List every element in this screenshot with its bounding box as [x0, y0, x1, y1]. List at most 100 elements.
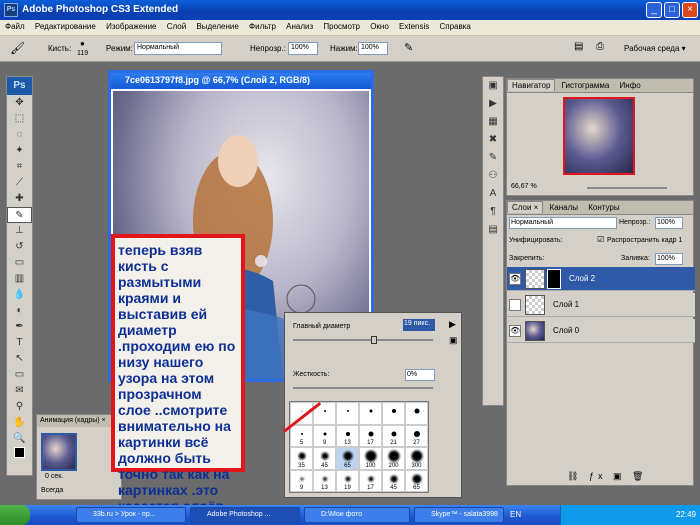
start-button[interactable]	[0, 505, 30, 525]
brush-preset[interactable]: 45	[313, 447, 336, 470]
diameter-slider-thumb[interactable]	[371, 336, 377, 344]
tools-dock-icon[interactable]: ✖	[483, 131, 503, 149]
layer-row[interactable]: 👁 Слой 0	[507, 319, 695, 343]
menu-extensis[interactable]: Extensis	[394, 20, 432, 31]
brush-preset[interactable]	[405, 402, 428, 425]
tab-histogram[interactable]: Гистограмма	[558, 80, 614, 91]
language-indicator[interactable]: EN	[510, 510, 521, 519]
blur-tool-icon[interactable]: 💧	[7, 287, 32, 303]
brush-tool-icon[interactable]: 🖌	[10, 41, 25, 55]
pen-tool-icon[interactable]: ✒	[7, 319, 32, 335]
new-layer-icon[interactable]: ▣	[613, 471, 626, 481]
eraser-tool-icon[interactable]: ▭	[7, 255, 32, 271]
navigator-zoom-slider[interactable]	[587, 187, 667, 189]
layer-comps-dock-icon[interactable]: ▤	[483, 221, 503, 239]
notes-tool-icon[interactable]: ✉	[7, 383, 32, 399]
delete-layer-icon[interactable]: 🗑	[632, 471, 647, 481]
palette-icon[interactable]: ▤	[574, 41, 583, 52]
taskbar-item[interactable]: D:\Мои фото	[304, 507, 410, 523]
healing-tool-icon[interactable]: ✚	[7, 191, 32, 207]
tab-layers[interactable]: Слои ×	[507, 201, 544, 213]
brush-preset[interactable]: 35	[290, 447, 313, 470]
actions-dock-icon[interactable]: ▦	[483, 113, 503, 131]
brush-preset[interactable]	[359, 402, 382, 425]
brush-dot-icon[interactable]: ●	[80, 39, 85, 48]
tab-info[interactable]: Инфо	[616, 80, 645, 91]
hand-tool-icon[interactable]: ✋	[7, 415, 32, 431]
layer-blend-select[interactable]: Нормальный	[509, 217, 617, 229]
tab-channels[interactable]: Каналы	[546, 202, 582, 213]
taskbar-item[interactable]: Skype™ - salata3998	[414, 507, 504, 523]
brush-preset[interactable]: 17	[359, 424, 382, 447]
airbrush-icon[interactable]: ✎	[404, 41, 413, 54]
brush-preset[interactable]: 65	[405, 469, 428, 492]
stamp-tool-icon[interactable]: ⊥	[7, 223, 32, 239]
brush-preset[interactable]: 9	[290, 469, 313, 492]
brush-preset[interactable]: 300	[405, 447, 428, 470]
menu-window[interactable]: Окно	[365, 20, 392, 31]
frame-time[interactable]: 0 сек.	[45, 473, 63, 480]
hardness-field[interactable]: 0%	[405, 369, 435, 381]
brush-preset[interactable]: 200	[382, 447, 405, 470]
character-dock-icon[interactable]: A	[483, 185, 503, 203]
magic-wand-tool-icon[interactable]: ✦	[7, 143, 32, 159]
navigator-dock-icon[interactable]: ▣	[483, 77, 503, 95]
clone-dock-icon[interactable]: ⚇	[483, 167, 503, 185]
minimize-button[interactable]: _	[646, 2, 662, 18]
brush-preset[interactable]: 27	[405, 424, 428, 447]
brush-preset[interactable]: 5	[290, 424, 313, 447]
menu-filter[interactable]: Фильтр	[244, 20, 279, 31]
loop-select[interactable]: Всегда	[41, 487, 63, 494]
opacity-field[interactable]: 100%	[288, 42, 318, 55]
menu-layer[interactable]: Слой	[162, 20, 189, 31]
eye-icon[interactable]: 👁	[509, 273, 521, 285]
close-button[interactable]: ×	[682, 2, 698, 18]
propagate-checkbox[interactable]: ☑	[597, 235, 604, 244]
document-title-bar[interactable]: 7ce0613797f8.jpg @ 66,7% (Слой 2, RGB/8)	[111, 73, 371, 89]
move-tool-icon[interactable]: ✥	[7, 95, 32, 111]
color-swatch-icon[interactable]	[7, 447, 32, 469]
gradient-tool-icon[interactable]: ▥	[7, 271, 32, 287]
maximize-button[interactable]: □	[664, 2, 680, 18]
menu-image[interactable]: Изображение	[101, 20, 159, 31]
layer-row[interactable]: Слой 1	[507, 293, 695, 317]
new-preset-icon[interactable]: ▣	[449, 335, 458, 346]
brush-preset[interactable]: 21	[382, 424, 405, 447]
link-layers-icon[interactable]: ⛓	[567, 471, 582, 481]
menu-select[interactable]: Выделение	[191, 20, 241, 31]
brush-preset[interactable]: 13	[313, 469, 336, 492]
history-brush-icon[interactable]: ↺	[7, 239, 32, 255]
layer-style-icon[interactable]: ƒx	[589, 471, 607, 481]
brush-preset[interactable]: 9	[313, 424, 336, 447]
taskbar-item[interactable]: 33b.ru > Урок - пр...	[76, 507, 186, 523]
animation-frame[interactable]	[41, 433, 77, 471]
dodge-tool-icon[interactable]: ◐	[7, 303, 32, 319]
lasso-tool-icon[interactable]: ◌	[7, 127, 32, 143]
brush-preset[interactable]: 19	[336, 469, 359, 492]
eye-icon[interactable]: 👁	[509, 325, 521, 337]
shape-tool-icon[interactable]: ▭	[7, 367, 32, 383]
mode-select[interactable]: Нормальный	[134, 42, 222, 55]
marquee-tool-icon[interactable]: ⬚	[7, 111, 32, 127]
brush-tool-active-icon[interactable]: ✎	[7, 207, 32, 223]
path-select-icon[interactable]: ↖	[7, 351, 32, 367]
picker-menu-icon[interactable]: ▶	[449, 319, 456, 330]
layer-opacity-field[interactable]: 100%	[655, 217, 683, 229]
crop-tool-icon[interactable]: ⌗	[7, 159, 32, 175]
slice-tool-icon[interactable]: ⟋	[7, 175, 32, 191]
menu-analysis[interactable]: Анализ	[281, 20, 316, 31]
menu-help[interactable]: Справка	[434, 20, 473, 31]
tab-paths[interactable]: Контуры	[584, 202, 623, 213]
navigator-zoom[interactable]: 66,67 %	[511, 183, 537, 190]
brush-preset[interactable]	[336, 402, 359, 425]
brush-preset[interactable]	[382, 402, 405, 425]
workspace-menu[interactable]: Рабочая среда ▾	[624, 44, 686, 53]
brush-preset[interactable]: 13	[336, 424, 359, 447]
diameter-field[interactable]: 19 пикс.	[403, 319, 435, 331]
fill-field[interactable]: 100%	[655, 253, 683, 265]
eye-icon[interactable]	[509, 299, 521, 311]
menu-file[interactable]: Файл	[0, 20, 28, 31]
brush-preset[interactable]: 100	[359, 447, 382, 470]
brush-preset[interactable]: 17	[359, 469, 382, 492]
flow-field[interactable]: 100%	[358, 42, 388, 55]
